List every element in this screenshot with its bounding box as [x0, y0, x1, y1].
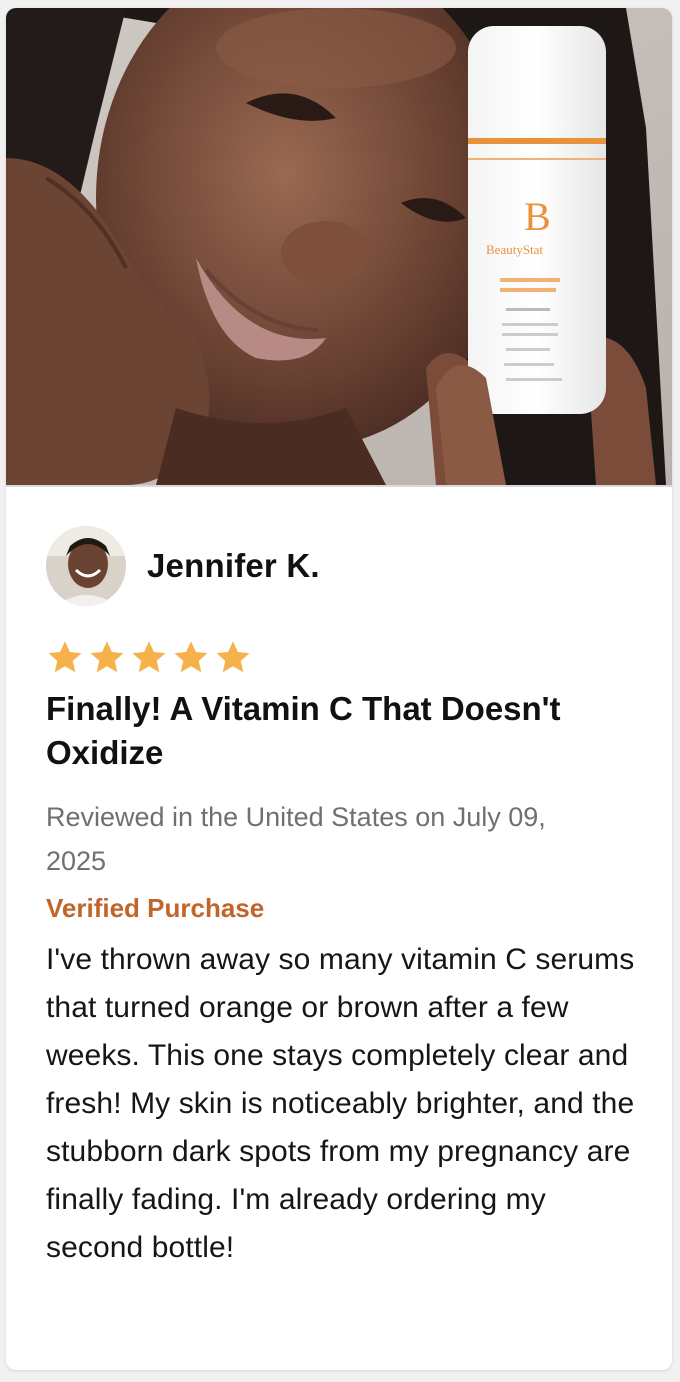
reviewer-name: Jennifer K. — [147, 547, 320, 584]
verified-purchase-badge: Verified Purchase — [46, 893, 265, 923]
star-icon — [48, 641, 82, 673]
review-photo[interactable]: B BeautyStat — [6, 8, 672, 485]
review-meta: Reviewed in the United States on July 09… — [46, 802, 546, 876]
photo-divider — [6, 485, 672, 487]
review-card: B BeautyStat Jennifer K. Finally! A Vita… — [6, 8, 672, 1370]
bottle-brand-mark: B — [524, 194, 551, 239]
avatar-photo — [46, 526, 126, 606]
star-icon — [90, 641, 124, 673]
bottle-brand-name: BeautyStat — [486, 242, 543, 257]
star-icon — [174, 641, 208, 673]
review-body: I've thrown away so many vitamin C serum… — [46, 943, 635, 1264]
avatar[interactable] — [46, 526, 126, 606]
review-title: Finally! A Vitamin C That Doesn't Oxidiz… — [46, 690, 561, 771]
star-icon — [132, 641, 166, 673]
reviewer-row: Jennifer K. — [46, 525, 646, 607]
review-photo-image: B BeautyStat — [6, 8, 672, 485]
star-icon — [216, 641, 250, 673]
star-rating — [46, 639, 646, 677]
review-content: Jennifer K. Finally! A Vitamin C That Do… — [46, 525, 646, 1272]
